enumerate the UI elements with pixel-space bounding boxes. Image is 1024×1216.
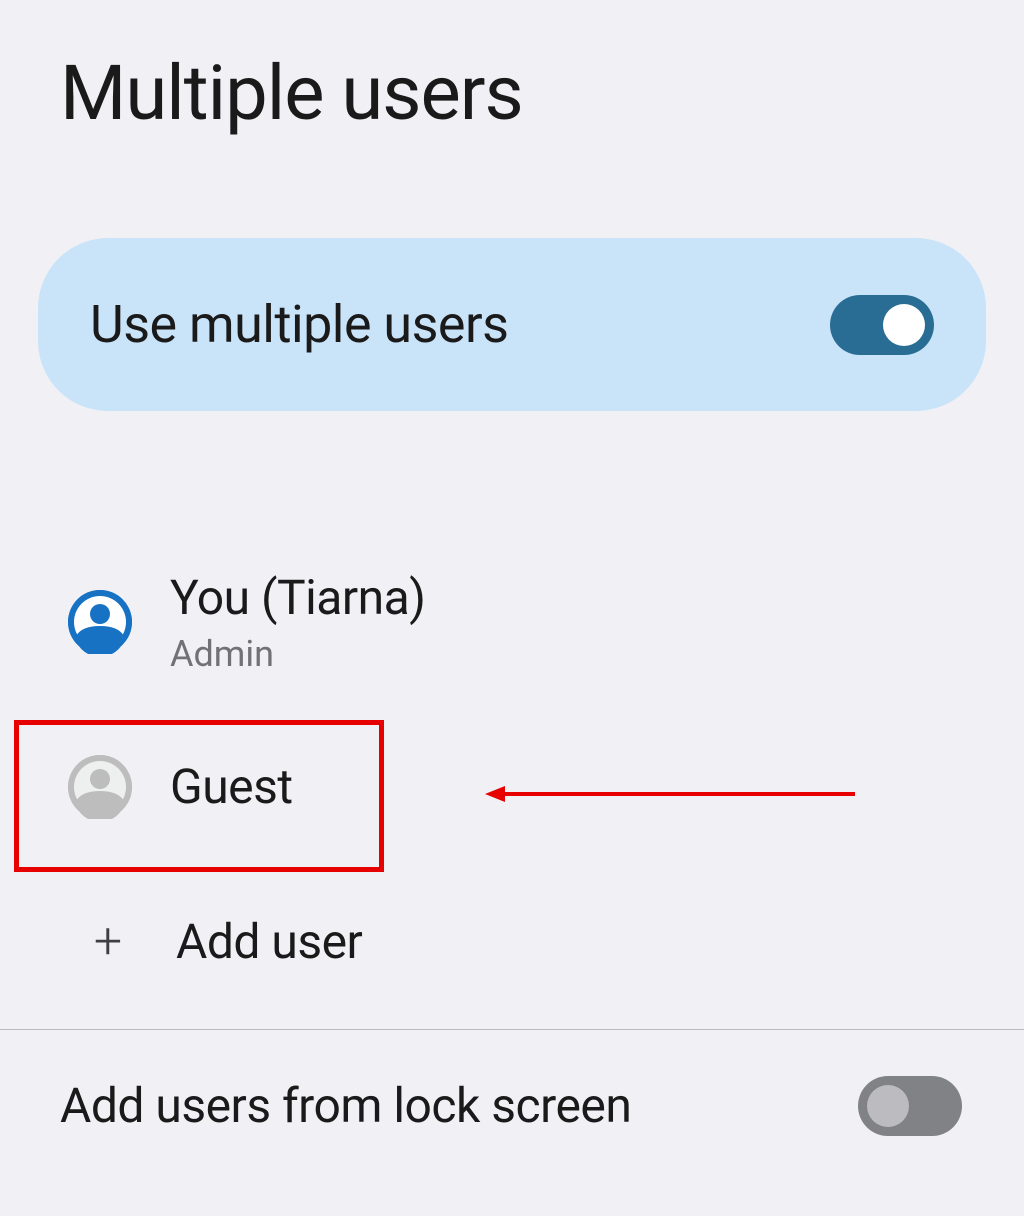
- add-users-lock-screen-item[interactable]: Add users from lock screen: [0, 1030, 1024, 1156]
- user-info: You (Tiarna) Admin: [170, 569, 426, 675]
- page-title: Multiple users: [0, 0, 1024, 138]
- user-list: You (Tiarna) Admin Guest + Add user: [0, 541, 1024, 1013]
- user-item-you[interactable]: You (Tiarna) Admin: [0, 541, 1024, 703]
- use-multiple-users-toggle[interactable]: [830, 295, 934, 355]
- use-multiple-users-card[interactable]: Use multiple users: [38, 238, 986, 411]
- avatar-icon: [68, 755, 132, 819]
- user-item-guest[interactable]: Guest: [0, 703, 1024, 871]
- add-user-label: Add user: [176, 913, 362, 970]
- lock-screen-toggle[interactable]: [858, 1076, 962, 1136]
- plus-icon: +: [76, 913, 140, 971]
- avatar-icon: [68, 590, 132, 654]
- lock-screen-label: Add users from lock screen: [60, 1077, 631, 1134]
- user-role-label: Admin: [170, 633, 426, 675]
- user-name-label: You (Tiarna): [170, 569, 426, 627]
- use-multiple-users-label: Use multiple users: [90, 294, 508, 355]
- guest-name-label: Guest: [170, 758, 293, 815]
- add-user-button[interactable]: + Add user: [0, 871, 1024, 1013]
